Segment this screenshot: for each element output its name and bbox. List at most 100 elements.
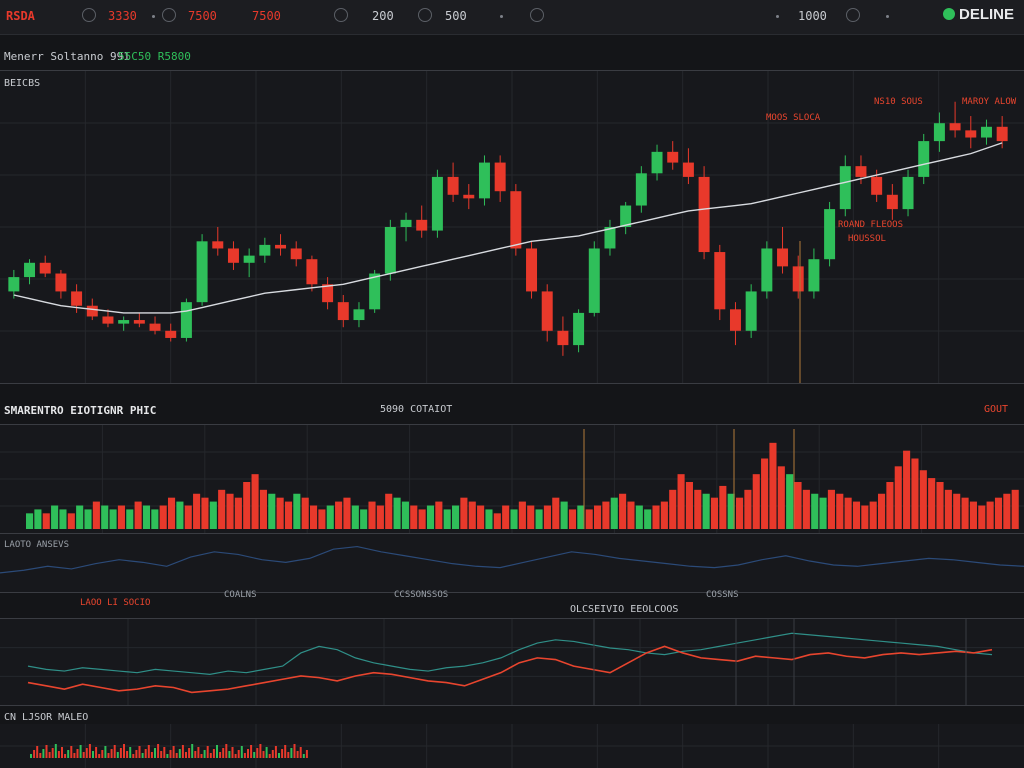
- bottom-bar: [70, 746, 73, 758]
- bottom-bar: [293, 744, 296, 758]
- bottom-bar: [209, 753, 212, 758]
- volume-bar: [243, 482, 251, 529]
- candle-body: [824, 209, 836, 260]
- bottom-bar: [175, 753, 178, 758]
- volume-bar: [318, 509, 326, 529]
- bottom-bar: [216, 745, 218, 758]
- bottom-bar: [247, 749, 249, 758]
- volume-bar: [92, 501, 100, 529]
- dot-icon: [886, 15, 889, 18]
- bottom-chart[interactable]: [0, 724, 1024, 768]
- candle-body: [306, 259, 318, 285]
- volume-bar: [218, 489, 226, 529]
- volume-bar: [117, 505, 125, 529]
- candle-body: [792, 266, 804, 292]
- circle-icon[interactable]: [162, 8, 176, 22]
- dot-icon: [152, 15, 155, 18]
- annotation-label: NS10 SOUS: [874, 97, 923, 107]
- circle-icon[interactable]: [846, 8, 860, 22]
- annotation-label: ROAND FLEOOS: [838, 220, 904, 230]
- top-toolbar: RSDA 3330 7500 7500 200 500 1000 DELINE: [0, 0, 1024, 35]
- candle-body: [400, 219, 412, 227]
- volume-bar: [142, 505, 151, 529]
- dot-icon: [500, 15, 503, 18]
- candle-body: [259, 244, 271, 256]
- volume-bar: [42, 513, 50, 529]
- circle-icon[interactable]: [530, 8, 544, 22]
- circle-icon[interactable]: [418, 8, 432, 22]
- candle-body: [965, 130, 977, 138]
- volume-bar: [401, 501, 409, 529]
- bottom-bar: [132, 754, 135, 758]
- volume-bar: [585, 509, 593, 529]
- volume-bar: [34, 509, 42, 529]
- bottom-bar: [268, 754, 271, 758]
- candle-body: [635, 173, 647, 206]
- header-value: 55C50 R5800: [118, 50, 191, 63]
- wave-chart[interactable]: [0, 534, 1024, 592]
- candle-body: [588, 248, 600, 313]
- bottom-bar: [92, 751, 94, 758]
- volume-bar: [644, 509, 652, 529]
- bottom-bar: [305, 750, 308, 758]
- volume-bar: [418, 509, 426, 529]
- volume-bar: [109, 509, 117, 529]
- volume-bar: [426, 505, 435, 529]
- bottom-bar: [48, 752, 51, 758]
- volume-bar: [84, 509, 92, 529]
- bottom-bar: [138, 746, 141, 758]
- volume-bar: [610, 497, 618, 529]
- toolbar-value-4: 200: [372, 9, 394, 23]
- candle-body: [290, 248, 302, 260]
- volume-bar: [259, 489, 267, 529]
- candle-body: [133, 320, 145, 324]
- bottom-bar: [278, 753, 280, 758]
- volume-bar: [101, 505, 109, 529]
- clock-icon[interactable]: [82, 8, 96, 22]
- oscillator-chart[interactable]: [0, 619, 1024, 705]
- candle-body: [761, 248, 773, 292]
- candle-body: [808, 259, 820, 292]
- bottom-bar: [116, 752, 119, 758]
- volume-bar: [560, 501, 568, 529]
- volume-bar: [126, 509, 134, 529]
- candle-body: [353, 309, 365, 321]
- volume-bar: [326, 505, 334, 529]
- candle-body: [165, 330, 177, 338]
- volume-bar: [168, 497, 176, 529]
- bottom-bar: [287, 752, 290, 758]
- symbol-label[interactable]: RSDA: [6, 9, 35, 23]
- candle-body: [86, 305, 98, 317]
- volume-bar: [844, 497, 852, 529]
- candle-body: [886, 194, 898, 210]
- bottom-bar: [157, 744, 160, 758]
- volume-bar: [811, 493, 819, 529]
- bottom-bar: [88, 744, 91, 758]
- circle-icon[interactable]: [334, 8, 348, 22]
- candle-body: [39, 262, 51, 274]
- bottom-bar: [51, 748, 54, 758]
- volume-bar: [635, 505, 643, 529]
- volume-bar: [736, 497, 744, 529]
- bottom-bar: [240, 746, 243, 758]
- volume-bar: [861, 505, 869, 529]
- volume-chart[interactable]: [0, 425, 1024, 533]
- volume-bar: [293, 493, 301, 529]
- bottom-bar: [33, 750, 36, 758]
- bottom-bar: [150, 752, 153, 758]
- candle-body: [384, 227, 396, 274]
- volume-bar: [819, 497, 827, 529]
- volume-bar: [360, 509, 368, 529]
- volume-bar: [894, 466, 902, 529]
- bottom-bar: [271, 750, 274, 758]
- volume-bar: [752, 474, 760, 529]
- volume-bar: [969, 501, 977, 529]
- volume-bar: [443, 509, 451, 529]
- bottom-bar: [126, 751, 129, 758]
- toolbar-value-6: 1000: [798, 9, 827, 23]
- bottom-bar: [160, 751, 163, 758]
- volume-bar: [1011, 489, 1019, 529]
- candle-body: [714, 252, 726, 310]
- volume-bar: [852, 501, 861, 529]
- candle-body: [698, 176, 710, 253]
